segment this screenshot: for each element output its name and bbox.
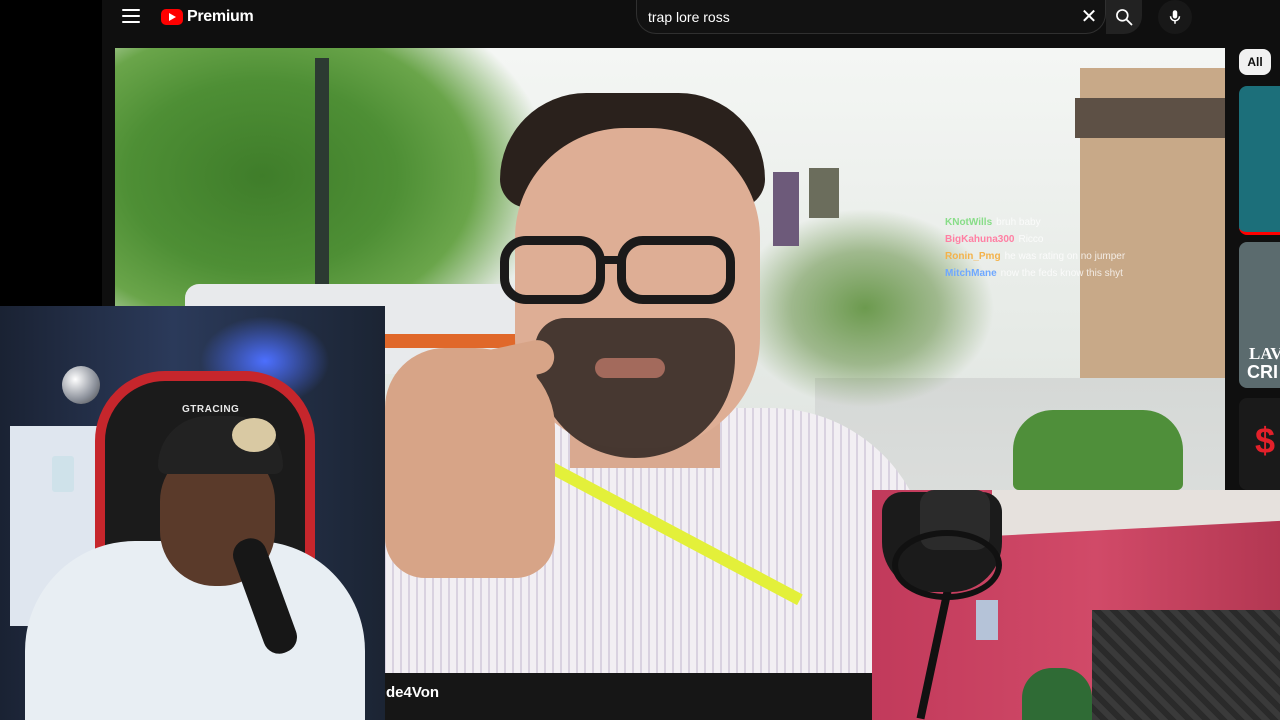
youtube-logo[interactable]: Premium: [161, 7, 254, 27]
chat-message: MitchMane now the feds know this shyt: [945, 265, 1185, 282]
thumbnail-text: CRI: [1247, 362, 1278, 382]
mic-shock-mount: [892, 530, 1002, 600]
recommended-video-thumbnail[interactable]: LAV CRI: [1239, 242, 1280, 388]
video-glasses-right: [617, 236, 735, 304]
streamer-webcam: GTRACING: [0, 306, 385, 720]
voice-search-button[interactable]: [1158, 0, 1192, 34]
chat-username: Ronin_Pmg: [945, 251, 1001, 262]
chat-username: KNotWills: [945, 217, 993, 228]
second-webcam: [872, 490, 1280, 720]
chat-username: BigKahuna300: [945, 234, 1015, 245]
search-input[interactable]: [648, 8, 1048, 26]
thumbnail-text: $: [1255, 420, 1276, 461]
cap-logo: [232, 418, 276, 452]
chat-message: BigKahuna300 Ricco: [945, 231, 1185, 248]
webcam-green-object: [1022, 668, 1092, 720]
chat-text: bruh baby: [996, 217, 1041, 228]
video-glasses-left: [500, 236, 605, 304]
hamburger-menu-icon[interactable]: [122, 9, 140, 23]
video-person-mouth: [595, 358, 665, 378]
video-caption-strip: [385, 673, 872, 720]
premium-label: Premium: [187, 8, 254, 25]
close-icon: ✕: [1080, 6, 1098, 28]
recommended-video-thumbnail[interactable]: $: [1239, 398, 1280, 490]
chat-message: KNotWills bruh baby: [945, 214, 1185, 231]
thumbnail-text: LAV: [1249, 344, 1280, 363]
search-icon: [1116, 9, 1133, 26]
clear-search-button[interactable]: ✕: [1078, 6, 1100, 28]
recommended-video-thumbnail[interactable]: [1239, 86, 1280, 235]
chat-text: he was rating on no jumper: [1004, 251, 1126, 262]
chat-text: Ricco: [1018, 234, 1044, 245]
chat-username: MitchMane: [945, 268, 997, 279]
webcam-poster: [976, 600, 998, 640]
chat-overlay: KNotWills bruh baby BigKahuna300 Ricco Ron…: [945, 214, 1185, 282]
webcam-cup: [52, 456, 74, 492]
webcam-headboard: [1092, 610, 1280, 720]
chat-message: Ronin_Pmg he was rating on no jumper: [945, 248, 1185, 265]
video-glasses-bridge: [603, 256, 619, 264]
chip-all[interactable]: All: [1239, 49, 1271, 75]
youtube-play-logo-icon: [161, 9, 183, 25]
microphone-icon: [1169, 10, 1181, 24]
video-caption-text: de4Von: [386, 684, 440, 701]
chat-text: now the feds know this shyt: [1000, 268, 1123, 279]
video-hedge: [1013, 410, 1183, 490]
video-building-windows: [1075, 98, 1225, 138]
video-street-banner: [773, 172, 799, 246]
video-street-banner-2: [809, 168, 839, 218]
gaming-chair-brand: GTRACING: [182, 404, 240, 415]
disco-ball: [62, 366, 100, 404]
